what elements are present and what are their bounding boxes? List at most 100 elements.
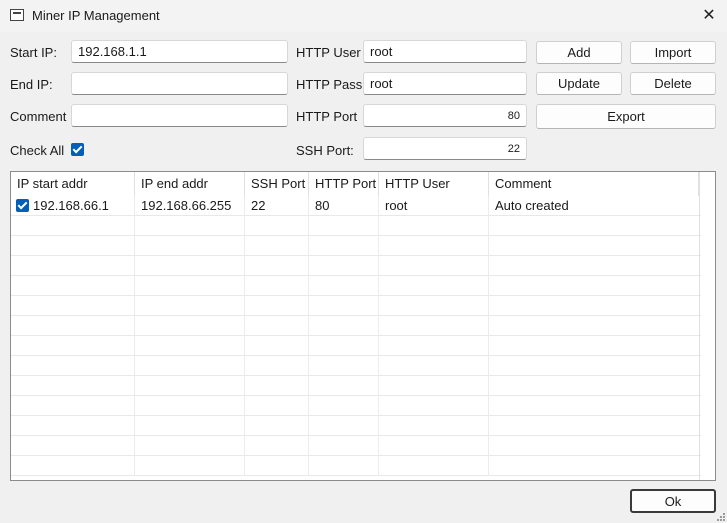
empty-cell [309, 236, 379, 256]
empty-cell [489, 256, 699, 276]
column-header[interactable]: SSH Port [245, 172, 309, 196]
empty-cell [379, 456, 489, 476]
empty-cell [489, 296, 699, 316]
empty-cell [135, 236, 245, 256]
ok-button[interactable]: Ok [630, 489, 716, 513]
close-icon[interactable]: ✕ [691, 0, 727, 32]
cell-http-user: root [379, 196, 489, 216]
add-button[interactable]: Add [536, 41, 622, 64]
resize-grip-icon[interactable] [715, 511, 725, 521]
empty-cell [245, 376, 309, 396]
empty-cell [489, 356, 699, 376]
column-header[interactable]: HTTP Port [309, 172, 379, 196]
column-header[interactable]: IP start addr [11, 172, 135, 196]
table-row[interactable]: 192.168.66.1 192.168.66.255 22 80 root A… [11, 196, 701, 216]
window-title: Miner IP Management [32, 8, 160, 23]
empty-cell [489, 376, 699, 396]
empty-cell [379, 276, 489, 296]
empty-cell [309, 216, 379, 236]
empty-cell [309, 276, 379, 296]
empty-cell [489, 236, 699, 256]
empty-cell [379, 376, 489, 396]
empty-cell [489, 336, 699, 356]
empty-cell [245, 356, 309, 376]
end-ip-field[interactable] [71, 72, 288, 95]
column-header[interactable]: Comment [489, 172, 699, 196]
import-button[interactable]: Import [630, 41, 716, 64]
export-button[interactable]: Export [536, 104, 716, 129]
empty-cell [379, 296, 489, 316]
empty-cell [11, 216, 135, 236]
empty-cell [11, 376, 135, 396]
ssh-port-label: SSH Port: [296, 143, 354, 158]
cell-ssh-port: 22 [245, 196, 309, 216]
empty-cell [135, 436, 245, 456]
empty-cell [245, 256, 309, 276]
empty-cell [309, 436, 379, 456]
empty-cell [379, 216, 489, 236]
window-app-icon [10, 9, 24, 21]
empty-cell [135, 416, 245, 436]
update-button[interactable]: Update [536, 72, 622, 95]
empty-cell [489, 416, 699, 436]
empty-cell [11, 436, 135, 456]
empty-table-row [11, 296, 701, 316]
empty-cell [11, 396, 135, 416]
scrollbar-track[interactable] [699, 172, 700, 480]
empty-cell [245, 336, 309, 356]
empty-cell [245, 416, 309, 436]
http-user-field[interactable] [363, 40, 527, 63]
start-ip-label: Start IP: [10, 45, 57, 60]
empty-cell [309, 416, 379, 436]
comment-field[interactable] [71, 104, 288, 127]
empty-cell [309, 456, 379, 476]
empty-cell [309, 296, 379, 316]
empty-table-row [11, 336, 701, 356]
empty-cell [135, 316, 245, 336]
empty-table-row [11, 216, 701, 236]
empty-cell [11, 316, 135, 336]
empty-cell [11, 276, 135, 296]
empty-table-row [11, 276, 701, 296]
empty-cell [11, 256, 135, 276]
empty-cell [245, 296, 309, 316]
column-header[interactable]: IP end addr [135, 172, 245, 196]
start-ip-field[interactable] [71, 40, 288, 63]
empty-cell [379, 356, 489, 376]
http-port-field[interactable] [363, 104, 527, 127]
empty-cell [489, 456, 699, 476]
column-header[interactable]: HTTP User [379, 172, 489, 196]
http-pass-field[interactable] [363, 72, 527, 95]
empty-cell [379, 436, 489, 456]
cell-http-port: 80 [309, 196, 379, 216]
check-all-checkbox[interactable] [71, 143, 84, 156]
empty-cell [11, 336, 135, 356]
empty-cell [11, 416, 135, 436]
empty-cell [245, 236, 309, 256]
ip-range-table[interactable]: IP start addr IP end addr SSH Port HTTP … [10, 171, 716, 481]
empty-cell [135, 356, 245, 376]
empty-cell [135, 256, 245, 276]
empty-table-row [11, 356, 701, 376]
empty-cell [245, 316, 309, 336]
empty-cell [11, 356, 135, 376]
empty-cell [489, 216, 699, 236]
empty-cell [489, 436, 699, 456]
ssh-port-field[interactable] [363, 137, 527, 160]
empty-table-row [11, 376, 701, 396]
empty-cell [379, 416, 489, 436]
empty-cell [245, 436, 309, 456]
delete-button[interactable]: Delete [630, 72, 716, 95]
empty-cell [245, 276, 309, 296]
empty-cell [245, 396, 309, 416]
empty-cell [489, 316, 699, 336]
comment-label: Comment [10, 109, 67, 124]
empty-cell [379, 336, 489, 356]
http-port-label: HTTP Port [296, 109, 358, 124]
empty-cell [379, 256, 489, 276]
empty-cell [309, 356, 379, 376]
cell-ip-end: 192.168.66.255 [135, 196, 245, 216]
empty-table-row [11, 236, 701, 256]
empty-cell [309, 336, 379, 356]
empty-cell [11, 456, 135, 476]
